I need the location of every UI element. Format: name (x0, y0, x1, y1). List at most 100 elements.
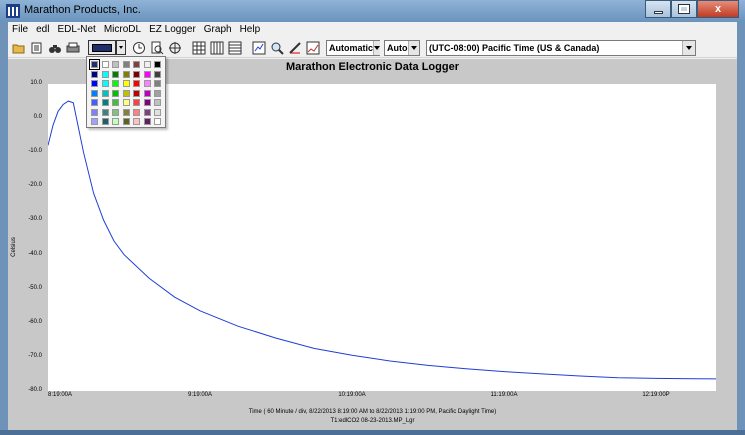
color-swatch[interactable] (89, 59, 100, 70)
maximize-icon (678, 4, 690, 14)
color-swatch[interactable] (143, 89, 151, 97)
menu-file[interactable]: File (8, 22, 32, 38)
color-swatch[interactable] (122, 70, 130, 78)
binoculars-button[interactable] (46, 40, 63, 56)
chevron-down-icon (119, 46, 123, 49)
color-swatch[interactable] (143, 80, 151, 87)
x-tick-label: 8:19:00A (47, 392, 73, 398)
grid-icon (192, 41, 205, 55)
color-swatch[interactable] (154, 80, 161, 87)
color-swatch[interactable] (133, 99, 140, 106)
color-swatch[interactable] (122, 118, 130, 125)
menu-edl-net[interactable]: EDL-Net (53, 22, 99, 38)
color-swatch[interactable] (122, 99, 130, 106)
color-swatch[interactable] (154, 89, 161, 97)
color-swatch[interactable] (112, 99, 119, 106)
maximize-button[interactable] (671, 0, 697, 18)
color-swatch[interactable] (91, 80, 98, 87)
color-swatch[interactable] (154, 108, 161, 116)
timezone-combo[interactable]: (UTC-08:00) Pacific Time (US & Canada) (426, 40, 696, 56)
color-swatch[interactable] (112, 108, 119, 116)
color-swatch[interactable] (101, 118, 109, 125)
y-tick-label: -10.0 (28, 148, 42, 155)
auto-combo[interactable]: Auto (384, 40, 420, 56)
chevron-down-icon[interactable] (407, 41, 419, 55)
chevron-down-icon[interactable] (682, 41, 695, 55)
print-preview-button[interactable] (28, 40, 45, 56)
zoom-icon (271, 42, 284, 55)
color-swatch[interactable] (112, 80, 119, 87)
color-swatch[interactable] (91, 89, 98, 97)
title-bar[interactable]: Marathon Products, Inc. x (0, 0, 745, 22)
caption-buttons: x (645, 0, 739, 18)
app-icon (6, 4, 20, 18)
color-swatch[interactable] (154, 61, 161, 68)
color-swatch[interactable] (143, 70, 151, 78)
grid-horizontal-button[interactable] (226, 40, 243, 56)
crosshair-icon (168, 42, 181, 54)
color-swatch[interactable] (133, 61, 140, 68)
y-tick-label: 0.0 (33, 114, 42, 121)
color-swatch[interactable] (101, 99, 109, 106)
line-color-dropdown[interactable] (116, 40, 126, 55)
color-swatch[interactable] (101, 80, 109, 87)
crosshair-button[interactable] (166, 40, 183, 56)
color-swatch[interactable] (133, 89, 140, 97)
color-swatch[interactable] (122, 61, 130, 68)
menu-edl[interactable]: edl (32, 22, 53, 38)
color-swatch[interactable] (143, 99, 151, 106)
color-swatch[interactable] (154, 99, 161, 106)
menu-graph[interactable]: Graph (200, 22, 236, 38)
scale-combo[interactable]: Automatic (326, 40, 381, 56)
x-axis-label: Time ( 60 Minute / div, 8/22/2013 8:19:0… (248, 409, 497, 415)
line-color-button[interactable] (88, 40, 116, 55)
minimize-button[interactable] (645, 0, 671, 18)
color-swatch[interactable] (91, 118, 98, 125)
color-swatch[interactable] (101, 89, 109, 97)
color-swatch[interactable] (112, 118, 119, 125)
color-swatch[interactable] (143, 61, 151, 68)
y-axis-label: Celsius (10, 237, 17, 257)
plot-area[interactable] (47, 84, 745, 391)
color-swatch[interactable] (133, 80, 140, 87)
minimize-icon (653, 10, 663, 14)
grid-button[interactable] (190, 40, 207, 56)
open-folder-button[interactable] (10, 40, 27, 56)
color-swatch[interactable] (101, 70, 109, 78)
color-swatch[interactable] (133, 118, 140, 125)
color-swatch[interactable] (112, 61, 119, 68)
clock-button[interactable] (130, 40, 147, 56)
color-swatch[interactable] (122, 80, 130, 87)
color-swatch[interactable] (91, 70, 98, 78)
color-swatch[interactable] (133, 70, 140, 78)
color-swatch[interactable] (154, 118, 161, 125)
grid-vertical-button[interactable] (208, 40, 225, 56)
color-swatch[interactable] (91, 108, 98, 116)
color-swatch[interactable] (91, 99, 98, 106)
color-swatch[interactable] (112, 70, 119, 78)
magnify-button[interactable] (148, 40, 165, 56)
file-label: T1:edlCO2 08-23-2013.MP_Lgr (330, 418, 415, 424)
color-swatch[interactable] (143, 118, 151, 125)
color-swatch[interactable] (112, 89, 119, 97)
color-swatch[interactable] (143, 108, 151, 116)
x-tick-label: 11:19:00A (490, 392, 518, 398)
color-swatch[interactable] (101, 61, 109, 68)
zoom-fit-button[interactable] (250, 40, 267, 56)
color-swatch[interactable] (133, 108, 140, 116)
color-swatch[interactable] (122, 108, 130, 116)
chevron-down-icon[interactable] (373, 41, 381, 55)
client-area: File edl EDL-Net MicroDL EZ Logger Graph… (8, 22, 745, 430)
color-swatch[interactable] (101, 108, 109, 116)
chart-button[interactable] (304, 40, 321, 56)
print-button[interactable] (64, 40, 81, 56)
menu-microdl[interactable]: MicroDL (100, 22, 145, 38)
close-button[interactable]: x (697, 0, 739, 18)
menu-ez-logger[interactable]: EZ Logger (145, 22, 200, 38)
ruler-button[interactable] (286, 40, 303, 56)
color-swatch[interactable] (122, 89, 130, 97)
timezone-combo-value: (UTC-08:00) Pacific Time (US & Canada) (429, 42, 600, 53)
color-swatch[interactable] (154, 70, 161, 78)
zoom-button[interactable] (268, 40, 285, 56)
menu-help[interactable]: Help (236, 22, 265, 38)
